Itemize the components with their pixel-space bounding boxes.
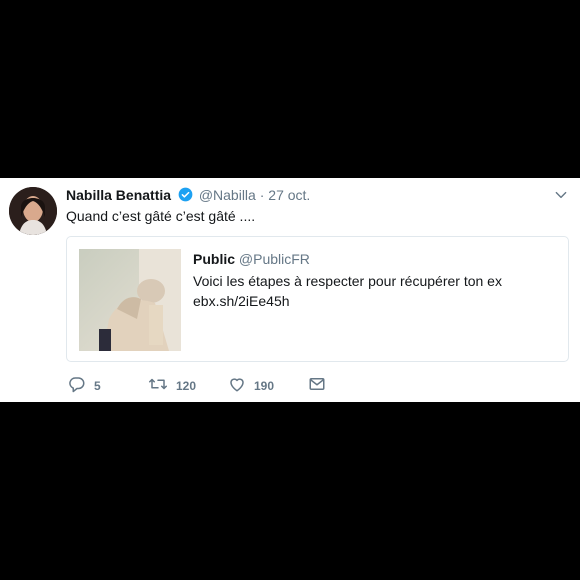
retweet-icon — [148, 375, 168, 398]
quoted-text-line: Voici les étapes à respecter pour récupé… — [193, 273, 502, 289]
quoted-tweet-thumbnail — [79, 249, 181, 351]
reply-count: 5 — [94, 379, 101, 393]
quoted-tweet-header: Public @PublicFR — [193, 250, 310, 268]
tweet-text: Quand c’est gâté c’est gâté .... — [66, 208, 256, 224]
separator-dot: · — [259, 187, 265, 203]
author-name[interactable]: Nabilla Benattia — [66, 187, 171, 203]
quoted-author-handle[interactable]: @PublicFR — [239, 251, 310, 267]
avatar[interactable] — [9, 187, 57, 235]
quoted-author-name[interactable]: Public — [193, 251, 235, 267]
envelope-icon — [308, 375, 326, 398]
like-button[interactable]: 190 — [228, 376, 274, 396]
chevron-down-icon[interactable] — [554, 188, 568, 207]
verified-badge-icon — [178, 187, 193, 206]
quoted-link[interactable]: ebx.sh/2iEe45h — [193, 291, 502, 311]
retweet-button[interactable]: 120 — [148, 376, 196, 396]
direct-message-button[interactable] — [308, 376, 326, 396]
tweet-actions: 5 120 190 — [66, 376, 366, 396]
retweet-count: 120 — [176, 379, 197, 393]
tweet-card[interactable]: Nabilla Benattia @Nabilla · 27 oct. Quan… — [0, 178, 580, 402]
reply-button[interactable]: 5 — [68, 376, 101, 396]
quoted-tweet-card[interactable]: Public @PublicFR Voici les étapes à resp… — [66, 236, 569, 362]
quoted-tweet-text: Voici les étapes à respecter pour récupé… — [193, 271, 502, 311]
like-count: 190 — [254, 379, 275, 393]
author-handle[interactable]: @Nabilla — [199, 187, 256, 203]
tweet-date[interactable]: 27 oct. — [268, 187, 310, 203]
reply-icon — [68, 375, 86, 398]
tweet-header: Nabilla Benattia @Nabilla · 27 oct. — [66, 186, 310, 206]
heart-icon — [228, 375, 246, 398]
